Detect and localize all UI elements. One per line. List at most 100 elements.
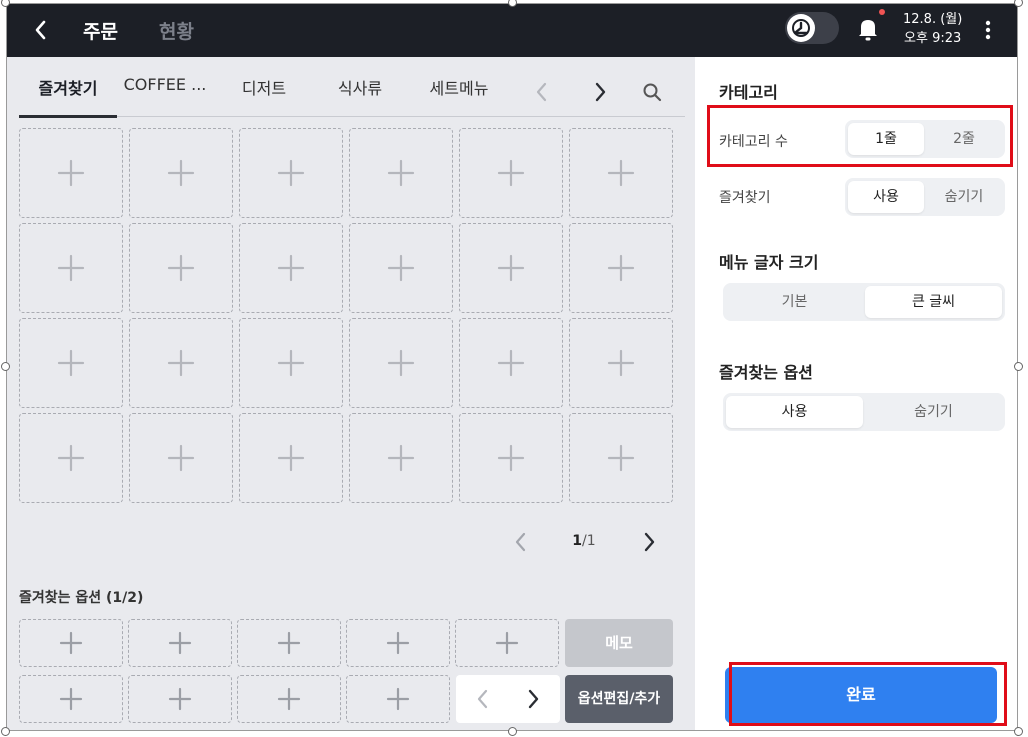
menu-slot[interactable] [239, 413, 343, 503]
tab-order[interactable]: 주문 [83, 17, 118, 44]
favorites-segment: 사용 숨기기 [845, 178, 1005, 216]
bell-icon[interactable] [855, 14, 881, 44]
menu-slot[interactable] [239, 128, 343, 218]
menu-slot[interactable] [19, 128, 123, 218]
chevron-left-icon[interactable] [531, 79, 553, 105]
menu-slot[interactable] [239, 223, 343, 313]
category-tabs: 즐겨찾기 COFFEE ... 디저트 식사류 세트메뉴 [19, 69, 685, 118]
option-slot[interactable] [455, 619, 559, 667]
menu-slot[interactable] [19, 223, 123, 313]
chevron-left-icon[interactable] [472, 685, 494, 713]
menu-slot[interactable] [459, 318, 563, 408]
resize-handle-bottom-center[interactable] [508, 727, 517, 736]
datetime: 12.8. (월) 오후 9:23 [903, 10, 962, 48]
settings-panel: 카테고리 카테고리 수 1줄 2줄 즐겨찾기 사용 숨기기 메뉴 글자 크기 기… [695, 57, 1017, 730]
menu-slot[interactable] [129, 223, 233, 313]
resize-handle-bottom-left[interactable] [1, 727, 10, 736]
menu-slot[interactable] [459, 223, 563, 313]
menu-slot[interactable] [459, 128, 563, 218]
plus-icon [607, 159, 635, 187]
resize-handle-middle-left[interactable] [1, 362, 10, 371]
option-slot[interactable] [346, 675, 450, 723]
top-bar: 주문 현황 12.8. (월) 오후 9:23 [7, 4, 1017, 57]
font-size-default-option[interactable]: 기본 [726, 286, 863, 318]
menu-panel: 즐겨찾기 COFFEE ... 디저트 식사류 세트메뉴 1/1 즐겨찾는 옵션… [7, 57, 695, 730]
menu-slot[interactable] [129, 413, 233, 503]
tab-coffee[interactable]: COFFEE ... [119, 75, 211, 109]
menu-grid [19, 128, 675, 505]
plus-icon [607, 444, 635, 472]
resize-handle-middle-right[interactable] [1014, 362, 1023, 371]
favorites-show-option[interactable]: 사용 [848, 181, 924, 213]
plus-icon [386, 631, 410, 655]
option-slot[interactable] [19, 675, 123, 723]
resize-handle-top-right[interactable] [1014, 0, 1023, 7]
menu-slot[interactable] [569, 318, 673, 408]
menu-slot[interactable] [239, 318, 343, 408]
category-section-title: 카테고리 [719, 83, 778, 102]
chevron-left-icon[interactable] [29, 16, 53, 44]
menu-slot[interactable] [19, 413, 123, 503]
plus-icon [57, 349, 85, 377]
app-window: 주문 현황 12.8. (월) 오후 9:23 즐겨찾기 COFFEE ... … [6, 3, 1018, 731]
tab-set-menu[interactable]: 세트메뉴 [419, 75, 499, 109]
plus-icon [387, 349, 415, 377]
menu-slot[interactable] [129, 318, 233, 408]
menu-slot[interactable] [569, 413, 673, 503]
plus-icon [387, 254, 415, 282]
plus-icon [277, 254, 305, 282]
option-slot[interactable] [237, 619, 341, 667]
menu-slot[interactable] [349, 318, 453, 408]
font-size-section-title: 메뉴 글자 크기 [719, 253, 819, 272]
menu-slot[interactable] [129, 128, 233, 218]
plus-icon [167, 349, 195, 377]
plus-icon [277, 444, 305, 472]
menu-slot[interactable] [349, 413, 453, 503]
font-size-large-option[interactable]: 큰 글씨 [865, 286, 1002, 318]
menu-slot[interactable] [349, 128, 453, 218]
clock-icon [787, 14, 815, 42]
plus-icon [495, 631, 519, 655]
category-count-2-row[interactable]: 2줄 [926, 123, 1002, 155]
favorites-hide-option[interactable]: 숨기기 [926, 181, 1002, 213]
menu-slot[interactable] [569, 223, 673, 313]
tab-status[interactable]: 현황 [159, 17, 194, 44]
tab-meal[interactable]: 식사류 [325, 75, 395, 109]
menu-slot[interactable] [569, 128, 673, 218]
tab-favorites[interactable]: 즐겨찾기 [19, 75, 117, 109]
menu-slot[interactable] [19, 318, 123, 408]
tab-dessert[interactable]: 디저트 [229, 75, 299, 109]
favorite-options-show-option[interactable]: 사용 [726, 396, 863, 428]
mode-toggle[interactable] [785, 12, 839, 44]
chevron-right-icon[interactable] [522, 685, 544, 713]
chevron-right-icon[interactable] [639, 529, 659, 555]
option-slot[interactable] [128, 619, 232, 667]
more-vertical-icon[interactable] [981, 16, 995, 44]
search-icon[interactable] [641, 79, 663, 105]
edit-options-button[interactable]: 옵션편집/추가 [565, 675, 673, 723]
category-count-label: 카테고리 수 [719, 134, 788, 150]
plus-icon [167, 254, 195, 282]
done-button[interactable]: 완료 [725, 667, 997, 723]
plus-icon [277, 687, 301, 711]
plus-icon [59, 687, 83, 711]
menu-slot[interactable] [349, 223, 453, 313]
category-count-1-row[interactable]: 1줄 [848, 123, 924, 155]
notification-dot [879, 9, 885, 15]
option-slot[interactable] [237, 675, 341, 723]
plus-icon [167, 444, 195, 472]
menu-slot[interactable] [459, 413, 563, 503]
option-slot[interactable] [128, 675, 232, 723]
plus-icon [607, 254, 635, 282]
page-total: 1 [586, 533, 596, 549]
font-size-segment: 기본 큰 글씨 [723, 283, 1005, 321]
option-slot[interactable] [346, 619, 450, 667]
chevron-right-icon[interactable] [589, 79, 611, 105]
favorite-options-hide-option[interactable]: 숨기기 [865, 396, 1002, 428]
chevron-left-icon[interactable] [511, 529, 531, 555]
memo-button[interactable]: 메모 [565, 619, 673, 667]
option-slot[interactable] [19, 619, 123, 667]
plus-icon [277, 349, 305, 377]
plus-icon [387, 444, 415, 472]
resize-handle-bottom-right[interactable] [1014, 727, 1023, 736]
